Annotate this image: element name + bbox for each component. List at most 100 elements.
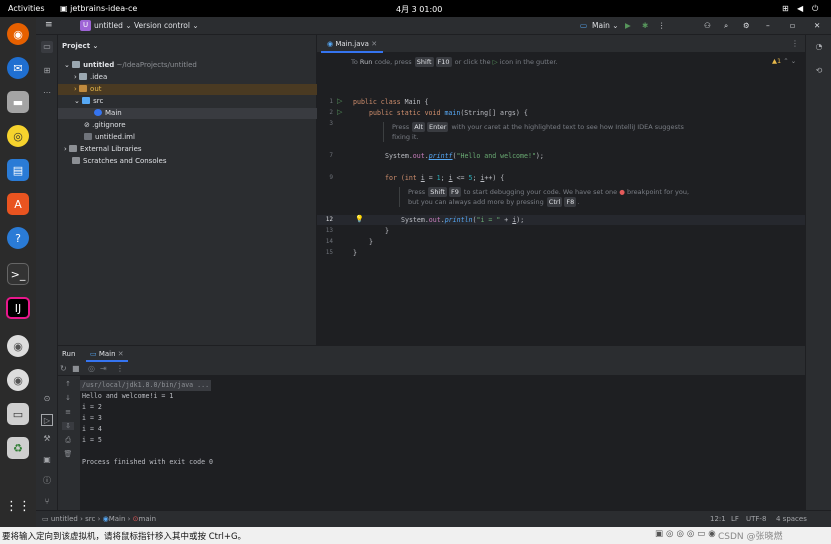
trash-icon[interactable]: ♻ [7,437,29,459]
project-name-dropdown[interactable]: untitled ⌄ [94,21,132,30]
power-icon[interactable]: ⏻ [812,4,818,14]
scroll-down-icon[interactable]: ↓ [62,394,74,402]
disc-icon[interactable]: ◉ [7,369,29,391]
build-icon[interactable]: ⚒ [41,433,53,445]
breadcrumb-item[interactable]: main [139,515,157,523]
structure-tool-icon[interactable]: ⊞ [41,65,53,77]
project-panel-title[interactable]: Project ⌄ [62,41,98,52]
intellij-icon[interactable]: IJ [6,297,30,319]
caret-position[interactable]: 12:1 [710,515,726,523]
git-icon[interactable]: ⑂ [41,496,53,508]
tree-item-gitignore[interactable]: ⊘ .gitignore [84,120,126,131]
close-tab-icon[interactable]: ✕ [371,40,377,48]
help-icon[interactable]: ? [7,227,29,249]
services-icon[interactable]: ⊙ [41,393,53,405]
warning-indicator[interactable]: ▲1 ⌃ ⌄ [772,57,796,65]
tree-item-src[interactable]: ⌄ src [74,96,103,107]
tree-path-hint: ~/IdeaProjects/untitled [116,61,197,69]
line-number: 13 [325,227,333,234]
run-tab[interactable]: Run [62,350,75,358]
dock: ◉ ✉ ▬ ◎ ▤ A ? >_ IJ ◉ ◉ ▭ ♻ ⋮⋮ [0,17,36,527]
debug-icon[interactable]: ✱ [642,21,648,30]
add-user-icon[interactable]: ⚇ [704,21,711,30]
tree-item-main[interactable]: Main [58,108,317,119]
gradle-icon[interactable]: ⟲ [813,65,825,77]
tree-item-out[interactable]: › out [58,84,317,95]
tree-item-idea[interactable]: › .idea [74,72,107,83]
print-icon[interactable]: ⎙ [62,436,74,445]
more-actions-icon[interactable]: ⋮ [658,21,666,30]
disc-icon[interactable]: ◉ [7,335,29,357]
camera-icon[interactable]: ◎ [88,364,95,373]
stop-icon[interactable]: ■ [72,364,80,373]
rerun-icon[interactable]: ↻ [60,364,67,373]
problems-icon[interactable]: ⓘ [41,475,53,487]
breadcrumb-item[interactable]: src [85,515,95,523]
clock[interactable]: 4月 3 01:00 [396,4,442,15]
line-number: 9 [329,174,333,181]
clear-icon[interactable]: 🗑 [62,450,74,458]
more-tools-icon[interactable]: ⋯ [41,87,53,99]
vm-device-icons[interactable]: ▣◎◎◎▭◉ [655,529,719,539]
file-encoding[interactable]: UTF-8 [746,515,766,523]
minimize-icon[interactable]: – [766,21,770,30]
breadcrumb-item[interactable]: untitled [51,515,78,523]
breadcrumb-item[interactable]: Main [109,515,126,523]
drive-icon[interactable]: ▭ [7,403,29,425]
files-icon[interactable]: ▬ [7,91,29,113]
tree-label: Main [105,109,122,117]
run-config-dropdown[interactable]: Main ⌄ [592,21,619,30]
line-number: 15 [325,249,333,256]
firefox-icon[interactable]: ◉ [7,23,29,45]
tree-item-untitled[interactable]: ⌄ untitled ~/IdeaProjects/untitled [64,60,197,71]
rhythmbox-icon[interactable]: ◎ [7,125,29,147]
version-control-dropdown[interactable]: Version control ⌄ [134,21,199,30]
console-output[interactable]: /usr/local/jdk1.8.0/bin/java ... Hello a… [80,376,805,516]
maximize-icon[interactable]: ▫ [790,21,795,30]
scroll-to-end-icon[interactable]: ⇩ [62,422,74,430]
run-tool-icon[interactable]: ▷ [41,414,53,426]
tree-item-iml[interactable]: untitled.iml [84,132,135,143]
settings-gear-icon[interactable]: ⚙ [743,21,750,30]
tree-item-external-libraries[interactable]: › External Libraries [64,144,142,155]
exit-icon[interactable]: ⇥ [100,364,107,373]
soft-wrap-icon[interactable]: ≡ [62,408,74,416]
software-icon[interactable]: A [7,193,29,215]
lightbulb-icon[interactable]: 💡 [355,215,364,223]
project-tool-icon[interactable]: ▭ [41,41,53,53]
hamburger-menu-icon[interactable]: ≡ [45,20,53,30]
network-icon[interactable]: ⊞ [782,4,789,13]
console-line: i = 5 [82,436,102,444]
thunderbird-icon[interactable]: ✉ [7,57,29,79]
tab-options-icon[interactable]: ⋮ [791,39,799,48]
search-icon[interactable]: ⌕ [724,21,728,31]
code-line: System.out.printf("Hello and welcome!"); [385,152,544,160]
vcs-label: Version control [134,21,190,30]
focused-app-label[interactable]: ▣ jetbrains-idea-ce [60,4,137,13]
run-gutter-icon[interactable]: ▷ [337,97,342,105]
current-line-highlight [317,215,805,225]
tab-main-java[interactable]: ◉ Main.java ✕ [321,35,384,53]
line-separator[interactable]: LF [731,515,739,523]
app-grid-icon[interactable]: ⋮⋮ [5,495,31,517]
more-icon[interactable]: ⋮ [116,364,124,373]
run-gutter-icon[interactable]: ▷ [337,108,342,116]
volume-icon[interactable]: ◀ [797,4,803,13]
code-area[interactable]: ▲1 ⌃ ⌄ To Run code, press Shift F10 or cl… [317,53,805,355]
console-command-line[interactable]: /usr/local/jdk1.8.0/bin/java ... [80,380,212,391]
indent-setting[interactable]: 4 spaces [776,515,807,523]
terminal-tool-icon[interactable]: ▣ [41,454,53,466]
scroll-up-icon[interactable]: ↑ [62,380,74,388]
run-icon[interactable]: ▶ [625,21,631,30]
run-subtab-main[interactable]: ▭ Main ✕ [86,348,128,362]
writer-icon[interactable]: ▤ [7,159,29,181]
folder-icon [79,85,88,92]
close-icon[interactable]: ✕ [814,21,820,30]
tree-label: untitled [83,61,115,69]
tree-item-scratches[interactable]: Scratches and Consoles [72,156,167,167]
notifications-icon[interactable]: ◔ [813,41,825,53]
terminal-icon[interactable]: >_ [7,263,29,285]
activities-button[interactable]: Activities [8,4,45,13]
run-side-toolbar: ↑ ↓ ≡ ⇩ ⎙ 🗑 [58,376,80,516]
close-tab-icon[interactable]: ✕ [118,350,124,358]
